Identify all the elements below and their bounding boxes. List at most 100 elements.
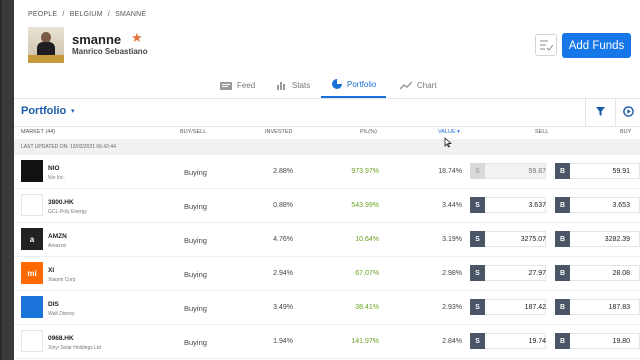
divider [615, 98, 616, 126]
chevron-down-icon[interactable]: ▾ [71, 107, 75, 115]
invested-percent: 2.88% [273, 168, 293, 175]
buy-price: 3.653 [612, 202, 630, 209]
col-buy[interactable]: BUY [620, 129, 631, 135]
company-name: Xinyi Solar Holdings Ltd [48, 345, 102, 351]
value-percent: 18.74% [438, 168, 462, 175]
ticker[interactable]: 0968.HK [48, 335, 74, 342]
chart-icon [400, 80, 412, 90]
breadcrumb-belgium[interactable]: BELGIUM [70, 11, 103, 18]
company-logo: mi [21, 262, 43, 284]
col-buysell[interactable]: BUY/SELL [180, 129, 206, 135]
sell-price: 19.74 [528, 338, 546, 345]
buy-price: 28.08 [612, 270, 630, 277]
tab-stats-label: Stats [292, 80, 311, 90]
invested-percent: 1.94% [273, 338, 293, 345]
action-status: Buying [184, 236, 207, 245]
sort-desc-icon: ▾ [457, 129, 460, 135]
buy-button[interactable]: B [555, 299, 570, 315]
table-row[interactable]: a AMZN Amazon Buying 4.76% 10.64% 3.19% … [14, 223, 640, 257]
last-updated-text: LAST UPDATED ON: 13/02/2021 06:42:44 [21, 144, 116, 150]
value-percent: 2.98% [442, 270, 462, 277]
buy-button[interactable]: B [555, 197, 570, 213]
sell-button[interactable]: S [470, 231, 485, 247]
tab-feed-label: Feed [237, 80, 256, 90]
company-logo [21, 194, 43, 216]
buy-button[interactable]: B [555, 163, 570, 179]
action-status: Buying [184, 270, 207, 279]
window-edge [0, 0, 2, 360]
profit-loss-percent: 67.07% [355, 270, 379, 277]
breadcrumb-sep: / [62, 11, 65, 18]
company-name: Amazon [48, 243, 67, 249]
col-pl[interactable]: P/L(%) [360, 129, 377, 135]
profit-loss-percent: 141.97% [351, 338, 379, 345]
add-funds-button[interactable]: Add Funds [562, 33, 631, 58]
portfolio-page: PEOPLE / BELGIUM / SMANNE smanne ★ Manri… [14, 0, 640, 360]
table-row[interactable]: 0968.HK Xinyi Solar Holdings Ltd Buying … [14, 325, 640, 359]
company-logo [21, 160, 43, 182]
company-name: Xiaomi Corp [48, 277, 76, 283]
table-row[interactable]: mi XI Xiaomi Corp Buying 2.94% 67.07% 2.… [14, 257, 640, 291]
table-row[interactable]: 3800.HK GCL-Poly Energy Buying 0.88% 543… [14, 189, 640, 223]
ticker[interactable]: DIS [48, 301, 59, 308]
sell-button[interactable]: S [470, 163, 485, 179]
filter-icon[interactable] [596, 107, 605, 116]
col-value[interactable]: VALUE ▾ [438, 129, 460, 135]
sell-button[interactable]: S [470, 333, 485, 349]
star-icon[interactable]: ★ [131, 30, 143, 46]
ticker[interactable]: XI [48, 267, 54, 274]
company-name: Nio Inc. [48, 175, 65, 181]
portfolio-dropdown[interactable]: Portfolio [21, 105, 66, 117]
tab-portfolio[interactable]: Portfolio [321, 72, 386, 98]
breadcrumb-people[interactable]: PEOPLE [28, 11, 57, 18]
table-row[interactable]: DIS Walt Disney Buying 3.49% 38.41% 2.93… [14, 291, 640, 325]
sell-price: 59.87 [528, 168, 546, 175]
col-sell[interactable]: SELL [535, 129, 548, 135]
invested-percent: 0.88% [273, 202, 293, 209]
profit-loss-percent: 973.97% [351, 168, 379, 175]
portfolio-toolbar: Portfolio ▾ [14, 98, 640, 127]
sell-button[interactable]: S [470, 265, 485, 281]
sell-button[interactable]: S [470, 299, 485, 315]
play-icon[interactable] [623, 106, 634, 117]
watchlist-button[interactable] [535, 34, 557, 56]
value-percent: 3.19% [442, 236, 462, 243]
action-status: Buying [184, 168, 207, 177]
col-value-label: VALUE [438, 129, 456, 135]
buy-button[interactable]: B [555, 265, 570, 281]
breadcrumb-sep: / [107, 11, 110, 18]
tab-bar: Feed Stats Portfolio Chart [14, 72, 640, 99]
tab-stats[interactable]: Stats [277, 72, 310, 98]
tab-feed[interactable]: Feed [220, 72, 255, 98]
col-market[interactable]: MARKET (44) [21, 129, 55, 135]
company-logo [21, 296, 43, 318]
divider [585, 98, 586, 126]
ticker[interactable]: 3800.HK [48, 199, 74, 206]
company-logo: a [21, 228, 43, 250]
sell-price: 3.637 [528, 202, 546, 209]
breadcrumb: PEOPLE / BELGIUM / SMANNE [28, 11, 149, 18]
ticker[interactable]: AMZN [48, 233, 67, 240]
profit-loss-percent: 10.64% [355, 236, 379, 243]
table-header: MARKET (44) BUY/SELL INVESTED P/L(%) VAL… [14, 126, 640, 139]
logo-text: mi [27, 268, 37, 278]
ticker[interactable]: NIO [48, 165, 60, 172]
buy-price: 59.91 [612, 168, 630, 175]
mouse-cursor-icon [444, 137, 452, 148]
tab-chart-label: Chart [417, 80, 437, 90]
profit-loss-percent: 543.99% [351, 202, 379, 209]
action-status: Buying [184, 304, 207, 313]
username: smanne [72, 32, 122, 47]
value-percent: 2.93% [442, 304, 462, 311]
invested-percent: 4.76% [273, 236, 293, 243]
profit-loss-percent: 38.41% [355, 304, 379, 311]
sell-button[interactable]: S [470, 197, 485, 213]
buy-button[interactable]: B [555, 231, 570, 247]
sell-price: 3275.07 [520, 236, 546, 243]
invested-percent: 2.94% [273, 270, 293, 277]
col-invested[interactable]: INVESTED [265, 129, 293, 135]
table-row[interactable]: NIO Nio Inc. Buying 2.88% 973.97% 18.74%… [14, 155, 640, 189]
buy-price: 187.83 [608, 304, 630, 311]
buy-button[interactable]: B [555, 333, 570, 349]
tab-chart[interactable]: Chart [400, 72, 437, 98]
